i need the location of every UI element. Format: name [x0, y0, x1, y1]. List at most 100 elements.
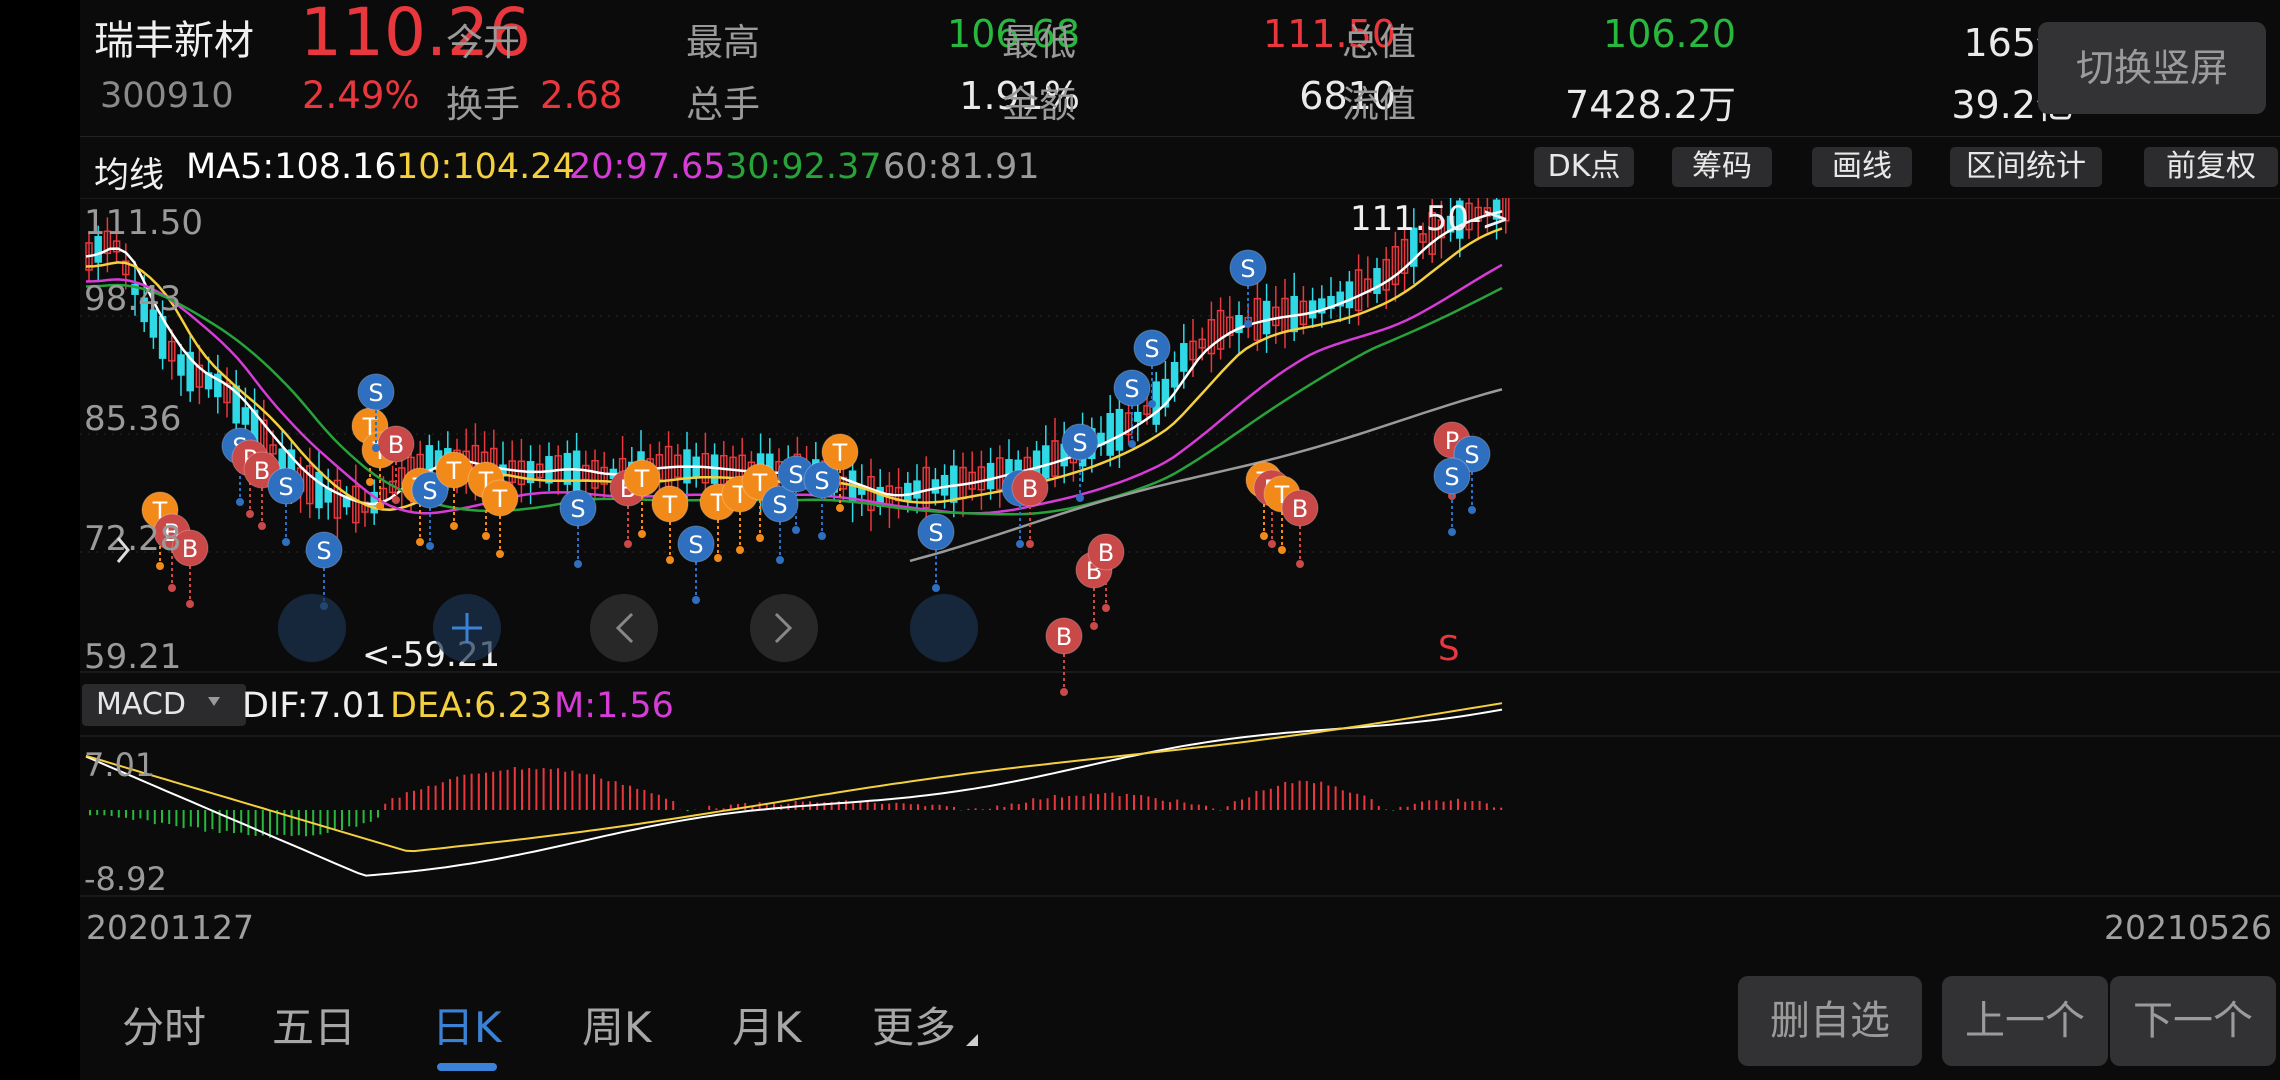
date-start: 20201127: [86, 908, 254, 947]
stat-label-amount: 金额: [1002, 83, 1076, 126]
tab-daily-k[interactable]: 日K: [432, 994, 502, 1055]
y-label-bottom: 59.21: [84, 637, 181, 677]
marker-s-label: S: [316, 537, 331, 565]
marker-dot: [186, 600, 194, 608]
marker-dot: [496, 550, 504, 558]
marker-dot: [1016, 540, 1024, 548]
marker-b-label: B: [1292, 495, 1308, 523]
stat-label-high: 最高: [686, 21, 760, 64]
change-percent: 2.49%: [302, 74, 420, 117]
tab-intraday[interactable]: 分时: [122, 994, 206, 1055]
marker-dot: [482, 532, 490, 540]
marker-b-label: B: [388, 431, 404, 459]
tab-monthly-k[interactable]: 月K: [732, 994, 802, 1055]
marker-s-label: S: [1072, 429, 1087, 457]
pan-left-icon[interactable]: [590, 594, 658, 662]
tab-five-day[interactable]: 五日: [272, 994, 356, 1055]
reset-zoom-icon[interactable]: [910, 594, 978, 662]
marker-s-label: S: [1444, 463, 1459, 491]
tab-weekly-k[interactable]: 周K: [582, 994, 652, 1055]
marker-dot: [818, 532, 826, 540]
tab-more[interactable]: 更多: [872, 994, 956, 1055]
stat-label-turnover: 换手: [446, 83, 520, 126]
marker-dot: [756, 534, 764, 542]
candle-body: [1134, 411, 1142, 422]
ma-title: 均线: [94, 156, 165, 196]
marker-dot: [714, 554, 722, 562]
stat-label-volume: 总手: [686, 83, 760, 126]
stat-label-total-value: 总值: [1342, 21, 1416, 64]
marker-s-label: S: [278, 473, 293, 501]
chips-button[interactable]: 筹码: [1672, 147, 1772, 187]
marker-s-label: S: [1124, 375, 1139, 403]
marker-s-label: S: [788, 461, 803, 489]
dk-point-button[interactable]: DK点: [1534, 147, 1634, 187]
indicator-selector[interactable]: MACD: [82, 684, 246, 726]
change-amount: 2.68: [540, 74, 623, 117]
candle-body: [904, 482, 912, 501]
candle-body: [931, 479, 940, 494]
ma20-value: 20:97.65: [569, 147, 726, 187]
marker-s-label: S: [1144, 335, 1159, 363]
stat-label-open: 今开: [446, 21, 520, 64]
macd-y-bottom: -8.92: [84, 860, 167, 898]
marker-s-label: S: [772, 491, 787, 519]
nav-circle[interactable]: [278, 594, 346, 662]
candle-body: [315, 471, 323, 509]
candle-body: [1115, 408, 1124, 451]
stat-label-float-value: 流值: [1342, 83, 1416, 126]
marker-dot: [736, 546, 744, 554]
dif-line: [85, 708, 1503, 877]
marker-t-label: T: [634, 465, 650, 493]
marker-dot: [666, 556, 674, 564]
candle-body: [1373, 268, 1381, 294]
ma5-value: MA5:108.16: [186, 147, 397, 187]
y-label-3: 85.36: [84, 399, 181, 439]
marker-dot: [392, 496, 400, 504]
marker-b-label: B: [1022, 475, 1038, 503]
marker-s-label: S: [688, 531, 703, 559]
range-stats-button[interactable]: 区间统计: [1950, 147, 2102, 187]
candle-body: [1262, 300, 1271, 335]
marker-dot: [1268, 540, 1276, 548]
marker-dot: [1296, 560, 1304, 568]
marker-b-label: B: [254, 457, 270, 485]
previous-stock-button[interactable]: 上一个: [1942, 976, 2108, 1066]
marker-dot: [1026, 540, 1034, 548]
more-caret-icon: [966, 1034, 978, 1046]
marker-dot: [282, 538, 290, 546]
candle-body: [241, 407, 250, 425]
marker-dot: [426, 542, 434, 550]
remove-watchlist-button[interactable]: 删自选: [1738, 976, 1922, 1066]
marker-dot: [416, 538, 424, 546]
marker-b-label: B: [1056, 623, 1072, 651]
marker-dot: [168, 584, 176, 592]
marker-dot: [776, 556, 784, 564]
marker-dot: [366, 478, 374, 486]
marker-dot: [638, 530, 646, 538]
marker-t-label: T: [492, 485, 508, 513]
stat-label-low: 最低: [1002, 21, 1076, 64]
marker-dot: [624, 540, 632, 548]
marker-dot: [1260, 532, 1268, 540]
forward-adjust-button[interactable]: 前复权: [2144, 147, 2278, 187]
next-stock-button[interactable]: 下一个: [2110, 976, 2276, 1066]
macd-dea: DEA:6.23: [390, 686, 553, 726]
marker-s-label: S: [570, 495, 585, 523]
macd-series: [85, 702, 1503, 877]
draw-line-button[interactable]: 画线: [1812, 147, 1912, 187]
switch-portrait-button[interactable]: 切换竖屏: [2038, 22, 2266, 114]
marker-s-label: S: [928, 519, 943, 547]
marker-dot: [236, 498, 244, 506]
marker-dot: [1090, 622, 1098, 630]
marker-s-label: S: [1240, 255, 1255, 283]
macd-m: M:1.56: [554, 686, 674, 726]
candle-body: [940, 474, 949, 496]
pan-right-icon[interactable]: [750, 594, 818, 662]
kline-chart[interactable]: TBBSPBSSTTBSTSTTTSBTTSTTTSSSTSSBSBBSSBST…: [80, 198, 2280, 908]
marker-t-label: T: [446, 457, 462, 485]
stock-detail-screen: 瑞丰新材 110.26 300910 2.49% 2.68 今开 106.68 …: [80, 0, 2280, 1080]
stat-value-amount: 7428.2万: [1565, 83, 1736, 127]
marker-dot: [1278, 546, 1286, 554]
marker-s-label: S: [368, 379, 383, 407]
